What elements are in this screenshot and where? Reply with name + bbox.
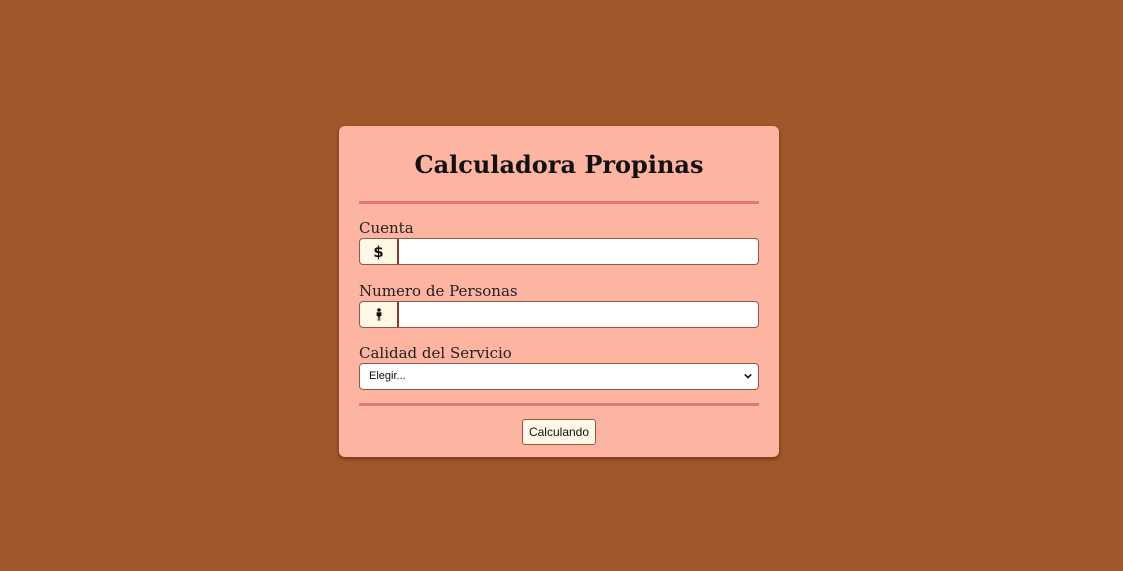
bill-input[interactable] [397,238,759,265]
person-icon [359,301,397,328]
button-row: Calculando [359,419,759,445]
dollar-icon: $ [359,238,397,265]
chevron-down-icon [744,373,752,379]
bottom-divider [359,403,759,406]
people-label: Numero de Personas [359,282,518,300]
calculate-button[interactable]: Calculando [521,419,597,445]
service-quality-select[interactable]: Elegir... [359,363,759,390]
tip-calculator-card: Calculadora Propinas Cuenta $ Numero de … [339,126,779,457]
page-title: Calculadora Propinas [414,150,704,179]
service-quality-selected: Elegir... [369,370,406,382]
top-divider [359,201,759,204]
bill-input-group: $ [359,238,759,265]
service-label: Calidad del Servicio [359,344,512,362]
bill-label: Cuenta [359,219,414,237]
people-input-group [359,301,759,328]
people-input[interactable] [397,301,759,328]
